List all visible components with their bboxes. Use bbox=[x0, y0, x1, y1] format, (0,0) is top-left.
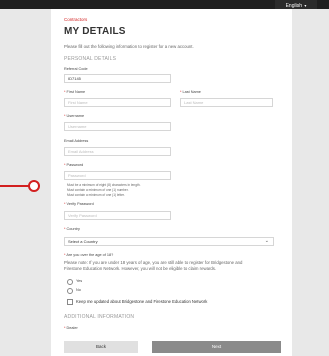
updates-checkbox[interactable] bbox=[67, 299, 73, 305]
first-name-label: * First Name bbox=[64, 90, 86, 94]
section-additional-information: ADDITIONAL INFORMATION bbox=[64, 314, 135, 320]
password-hint-3: Must contain a minimum of one (1) letter… bbox=[67, 193, 125, 197]
breadcrumb[interactable]: Contractors bbox=[64, 17, 87, 22]
radio-yes[interactable] bbox=[67, 279, 73, 285]
left-gutter bbox=[0, 9, 51, 356]
password-hint-1: Must be a minimum of eight (8) character… bbox=[67, 183, 141, 187]
referral-code-field[interactable]: ID7145 bbox=[64, 74, 171, 83]
dealer-label: * Dealer bbox=[64, 326, 78, 330]
callout-line bbox=[0, 185, 30, 187]
callout-marker-icon bbox=[28, 180, 40, 192]
first-name-field[interactable]: First Name bbox=[64, 98, 171, 107]
email-field[interactable]: Email Address bbox=[64, 147, 171, 156]
page-title: MY DETAILS bbox=[64, 26, 126, 37]
last-name-field[interactable]: Last Name bbox=[180, 98, 273, 107]
referral-code-label: Referral Code bbox=[64, 67, 88, 71]
country-label: * Country bbox=[64, 227, 80, 231]
password-field[interactable]: Password bbox=[64, 171, 171, 180]
age-question-label: * Are you over the age of 18? bbox=[64, 253, 114, 257]
radio-yes-label: Yes bbox=[76, 279, 83, 283]
next-button[interactable]: Next bbox=[152, 341, 281, 353]
password-hint-2: Must contain a minimum of one (1) number… bbox=[67, 188, 129, 192]
radio-no[interactable] bbox=[67, 288, 73, 294]
chevron-down-icon: ▾ bbox=[304, 3, 307, 8]
username-label: * Username bbox=[64, 114, 85, 118]
section-personal-details: PERSONAL DETAILS bbox=[64, 56, 117, 62]
country-select[interactable]: Select a Country ⌄ bbox=[64, 237, 274, 246]
last-name-label: * Last Name bbox=[180, 90, 201, 94]
email-label: Email Address bbox=[64, 139, 89, 143]
password-label: * Password bbox=[64, 163, 84, 167]
chevron-down-icon: ⌄ bbox=[264, 238, 269, 244]
intro-text: Please fill out the following informatio… bbox=[64, 44, 194, 49]
verify-password-label: * Verify Password bbox=[64, 202, 94, 206]
verify-password-field[interactable]: Verify Password bbox=[64, 211, 171, 220]
username-field[interactable]: Username bbox=[64, 122, 171, 131]
country-select-value: Select a Country bbox=[68, 239, 98, 244]
back-button[interactable]: Back bbox=[64, 341, 138, 353]
updates-checkbox-label: Keep me updated about Bridgestone and Fi… bbox=[76, 299, 208, 304]
age-note-line-2: Firestone Education Network. However, yo… bbox=[64, 266, 217, 271]
age-note-line-1: Please note: If you are under 18 years o… bbox=[64, 260, 243, 265]
radio-no-label: No bbox=[76, 288, 81, 292]
right-gutter bbox=[292, 9, 329, 356]
